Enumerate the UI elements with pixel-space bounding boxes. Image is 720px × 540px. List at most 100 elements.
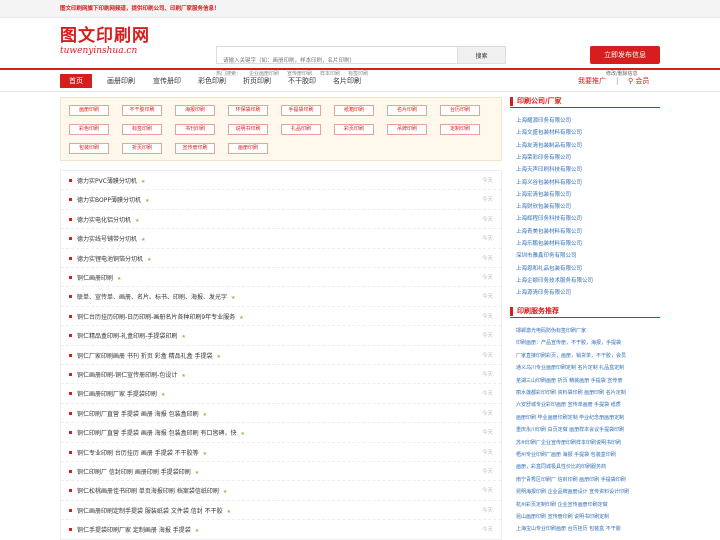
company-link[interactable]: 上海宏清包装有限公司 xyxy=(516,190,571,198)
company-link[interactable]: 上海青美包装材料有限公司 xyxy=(516,227,582,235)
category-tag[interactable]: 彩页印刷 xyxy=(334,124,374,135)
service-link[interactable]: 芜湖三山印刷画册 折页 精装画册 手提袋 宣传册 xyxy=(516,377,660,384)
list-item-title[interactable]: 铜仁印刷厂 信封印刷 画册印刷 手提袋印刷 xyxy=(77,469,191,476)
company-link[interactable]: 上海文盛包装材料有限公司 xyxy=(516,128,582,136)
list-item[interactable]: 铜仁画册印刷定制手提袋 服装纸袋 文件袋 信封 不干胶 ★ 今天 xyxy=(61,501,501,521)
list-item-title[interactable]: 铜仁画册印刷 xyxy=(77,275,113,282)
list-item-title[interactable]: 铜仁精品盒印刷-礼盒印刷-手提袋印刷 xyxy=(77,333,177,340)
list-item[interactable]: 铜仁专业印刷 台历挂历 画册 手提袋 不干胶等 ★ 今天 xyxy=(61,443,501,462)
category-tag[interactable]: 不干胶印刷 xyxy=(122,105,162,116)
list-item[interactable]: 铜仁台历挂历印刷-日历印刷-画册名片各种印刷9年专业服务 ★ 今天 xyxy=(61,307,501,327)
company-link[interactable]: 上海企颖印务技术服务有限公司 xyxy=(516,276,593,284)
company-link[interactable]: 上海友清包装制品有限公司 xyxy=(516,141,582,149)
list-item[interactable]: 铜仁印刷厂直营 手提袋 画册 海报 包装盒印刷 有口皆碑，快 ★ 今天 xyxy=(61,423,501,443)
list-item[interactable]: 铜仁画册印刷 ★ 今天 xyxy=(61,268,501,288)
list-item[interactable]: 铜仁手提袋印刷厂家 定制画册 海报 手提袋 ★ 今天 xyxy=(61,520,501,540)
company-link[interactable]: 上海义谷包装材料有限公司 xyxy=(516,178,582,186)
join-member-link[interactable]: ⚲ 会员 xyxy=(628,74,649,88)
list-item-title[interactable]: 铜仁手提袋印刷厂家 定制画册 海报 手提袋 xyxy=(77,527,191,534)
list-item-title[interactable]: 德力实电化铝分切机 xyxy=(77,217,131,224)
service-link[interactable]: 厂家直接印刷彩页，画册，销货单，不干胶，会员 xyxy=(516,352,660,359)
category-tag[interactable]: 定制印刷 xyxy=(440,124,480,135)
list-item-title[interactable]: 铜仁印刷厂直营 手提袋 画册 海报 包装盒印刷 有口皆碑，快 xyxy=(77,430,237,437)
list-item[interactable]: 铜仁松桃画册佳书印刷 单页海报印刷 档案袋信纸印刷 ★ 今天 xyxy=(61,481,501,501)
list-item[interactable]: 铜仁厂家印刷画册 书刊 折页 彩盒 精品礼盒 手提袋 ★ 今天 xyxy=(61,346,501,365)
list-item-title[interactable]: 铜仁画册印刷-铜仁宣传册印刷-包设计 xyxy=(77,372,177,379)
service-link[interactable]: 梧州专业印刷厂画册 海报 手提袋 包装盒印刷 xyxy=(516,451,660,458)
category-tag[interactable]: 标签印刷 xyxy=(122,124,162,135)
site-logo[interactable]: 图文印刷网 tuwenyinshua.cn xyxy=(60,26,150,56)
company-link[interactable]: 上海天声印刷科技有限公司 xyxy=(516,165,582,173)
category-tag[interactable]: 说明书印刷 xyxy=(228,124,268,135)
company-link[interactable]: 上海耀源印务有限公司 xyxy=(516,116,571,124)
nav-sticker-printing[interactable]: 不干胶印 xyxy=(288,74,316,88)
service-link[interactable]: 印刷画册：产品宣传册，不干胶，海报，手提袋 xyxy=(516,339,660,346)
list-item-title[interactable]: 德力实锂电池铜箔分切机 xyxy=(77,256,143,263)
service-link[interactable]: 重庆永川印刷 白页定做 画册样本会议手提袋印刷 xyxy=(516,426,660,433)
company-link[interactable]: 上海辉程印务科技有限公司 xyxy=(516,214,582,222)
category-tag[interactable]: 彩色印刷 xyxy=(69,124,109,135)
company-link[interactable]: 深圳市雅鑫印务有限公司 xyxy=(516,251,577,259)
category-tag[interactable]: 包装印刷 xyxy=(69,143,109,154)
category-tag[interactable]: 宣传册印刷 xyxy=(175,143,215,154)
category-tag[interactable]: 折页印刷 xyxy=(122,143,162,154)
category-tag[interactable]: 纸箱印刷 xyxy=(334,105,374,116)
nav-fold-printing[interactable]: 折页印刷 xyxy=(243,74,271,88)
service-link[interactable]: 上海宝山专业印刷画册 台历挂历 包装盒 不干胶 xyxy=(516,525,660,532)
nav-color-printing[interactable]: 彩色印刷 xyxy=(198,74,226,88)
publish-button[interactable]: 立即发布信息 xyxy=(590,46,660,64)
company-link[interactable]: 上海源清印务有限公司 xyxy=(516,288,571,296)
search-input[interactable] xyxy=(217,53,457,69)
category-tag[interactable]: 环保袋印刷 xyxy=(228,105,268,116)
service-link[interactable]: 画册印刷 毕业画册印刷定制 毕业纪念册画册定制 xyxy=(516,414,660,421)
category-tag[interactable]: 手提袋印刷 xyxy=(281,105,321,116)
list-item-title[interactable]: 德力实线号铺带分切机 xyxy=(77,236,137,243)
company-link[interactable]: 上海恩和礼品包装有限公司 xyxy=(516,264,582,272)
category-tag[interactable]: 礼品印刷 xyxy=(281,124,321,135)
service-link[interactable]: 丽水莲都彩印印刷 资料袋印刷 画册印刷 名片定制 xyxy=(516,389,660,396)
list-item-title[interactable]: 铜仁专业印刷 台历挂历 画册 手提袋 不干胶等 xyxy=(77,450,199,457)
category-tag[interactable]: 画册印刷 xyxy=(228,143,268,154)
search-button[interactable]: 搜索 xyxy=(457,47,505,63)
nav-brochure-printing[interactable]: 宣传册印 xyxy=(153,74,181,88)
company-link[interactable]: 上海荣彩印务有限公司 xyxy=(516,153,571,161)
list-item-title[interactable]: 铜仁松桃画册佳书印刷 单页海报印刷 档案袋信纸印刷 xyxy=(77,488,219,495)
service-link[interactable]: 画册，彩盒同城极具性价比的印刷服务商 xyxy=(516,463,660,470)
list-item[interactable]: 德力实电化铝分切机 ★ 今天 xyxy=(61,210,501,230)
list-item[interactable]: 铜仁画册印刷-铜仁宣传册印刷-包设计 ★ 今天 xyxy=(61,365,501,385)
list-item-title[interactable]: 德力实BOPP薄膜分切机 xyxy=(77,197,141,204)
list-item[interactable]: 铜仁印刷厂直营 手提袋 画册 海报 包装盒印刷 ★ 今天 xyxy=(61,404,501,424)
promote-link[interactable]: 我要推广 xyxy=(578,74,606,88)
list-item-title[interactable]: 铜仁台历挂历印刷-日历印刷-画册名片各种印刷9年专业服务 xyxy=(77,314,235,321)
category-tag[interactable]: 名片印刷 xyxy=(387,105,427,116)
category-tag[interactable]: 台历印刷 xyxy=(440,105,480,116)
category-tag[interactable]: 书刊印刷 xyxy=(175,124,215,135)
nav-home[interactable]: 首页 xyxy=(60,74,92,88)
list-item[interactable]: 铜仁精品盒印刷-礼盒印刷-手提袋印刷 ★ 今天 xyxy=(61,326,501,346)
service-link[interactable]: 通义乌川专业画册印刷定制 名片定制 礼品盒定制 xyxy=(516,364,660,371)
service-link[interactable]: 杭州彩页定制印刷 企业宣传画册印刷定做 xyxy=(516,501,660,508)
service-link[interactable]: 六安舒城专业彩印画册 宣传单画册 手提袋 纸质 xyxy=(516,401,660,408)
service-link[interactable]: 苏州印刷厂企业宣传册印刷样本印刷说明书印刷 xyxy=(516,439,660,446)
category-tag[interactable]: 画册印刷 xyxy=(69,105,109,116)
list-item-title[interactable]: 铜仁画册印刷厂家 手提袋印刷 xyxy=(77,391,157,398)
list-item[interactable]: 铜仁印刷厂 信封印刷 画册印刷 手提袋印刷 ★ 今天 xyxy=(61,462,501,482)
category-tag[interactable]: 吊牌印刷 xyxy=(387,124,427,135)
service-link[interactable]: 昆明海报印刷 企业品牌画册设计 宣传资料设计印刷 xyxy=(516,488,660,495)
category-tag[interactable]: 海报印刷 xyxy=(175,105,215,116)
service-link[interactable]: 南宁青秀区印刷厂 信封印刷 画册印刷 手提袋印刷 xyxy=(516,476,660,483)
list-item-title[interactable]: 铜仁画册印刷定制手提袋 服装纸袋 文件袋 信封 不干胶 xyxy=(77,508,223,515)
list-item-title[interactable]: 德力实PVC薄膜分切机 xyxy=(77,178,137,185)
list-item-title[interactable]: 铜仁印刷厂直营 手提袋 画册 海报 包装盒印刷 xyxy=(77,411,199,418)
nav-card-printing[interactable]: 名片印刷 xyxy=(333,74,361,88)
company-link[interactable]: 上海乐鹏包装材料有限公司 xyxy=(516,239,582,247)
company-link[interactable]: 上海财欣包装有限公司 xyxy=(516,202,571,210)
list-item[interactable]: 德力实锂电池铜箔分切机 ★ 今天 xyxy=(61,249,501,268)
list-item-title[interactable]: 联单、宣传单、画册、名片、标书、印刷、海报、发光字 xyxy=(77,294,227,301)
list-item[interactable]: 德力实线号铺带分切机 ★ 今天 xyxy=(61,229,501,249)
list-item[interactable]: 铜仁画册印刷厂家 手提袋印刷 ★ 今天 xyxy=(61,384,501,404)
service-link[interactable]: 昆山画册印刷 宣传册印刷 说明书印刷定制 xyxy=(516,513,660,520)
list-item-title[interactable]: 铜仁厂家印刷画册 书刊 折页 彩盒 精品礼盒 手提袋 xyxy=(77,353,213,360)
list-item[interactable]: 联单、宣传单、画册、名片、标书、印刷、海报、发光字 ★ 今天 xyxy=(61,287,501,307)
list-item[interactable]: 德力实BOPP薄膜分切机 ★ 今天 xyxy=(61,190,501,210)
